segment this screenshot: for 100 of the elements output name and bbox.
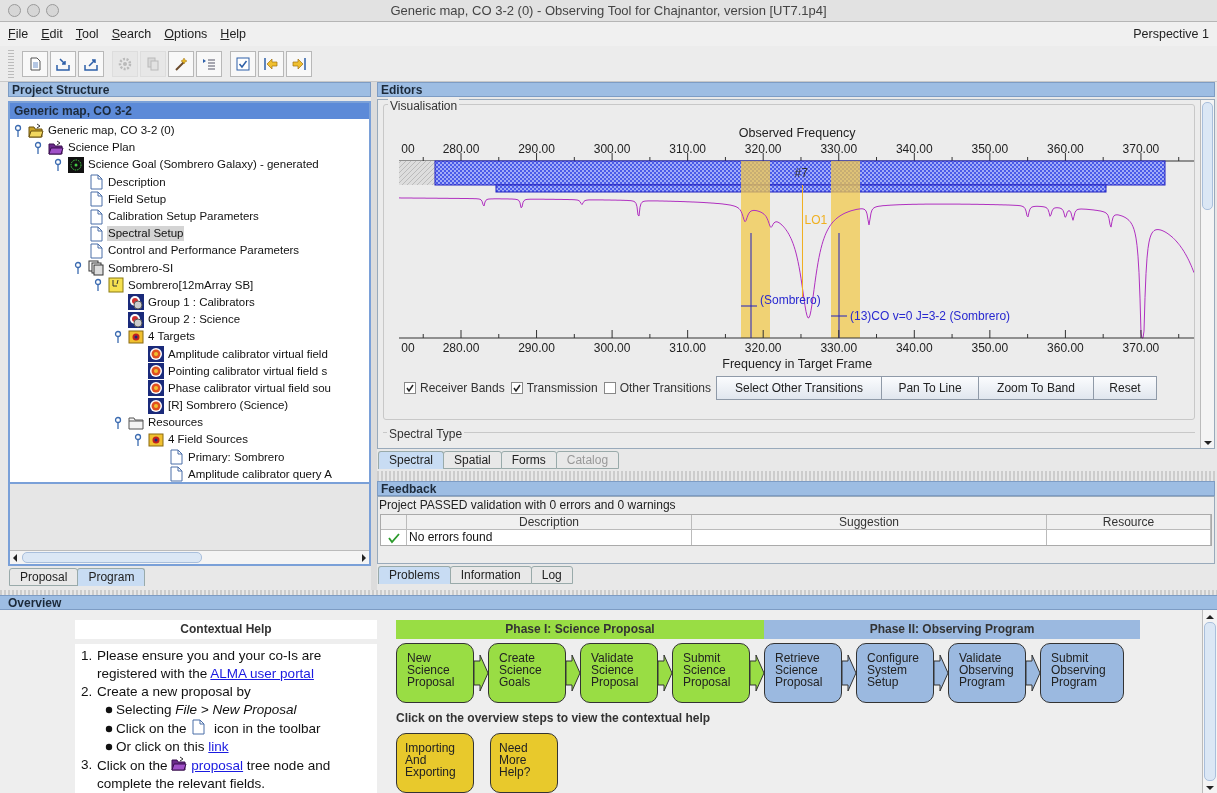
menu-item[interactable]: Edit xyxy=(41,24,63,44)
checkbox-label: Transmission xyxy=(526,380,598,397)
tree-item[interactable]: Generic map, CO 3-2 (0) xyxy=(47,123,176,139)
folder-icon xyxy=(128,414,144,431)
tree-item[interactable]: Spectral Setup xyxy=(107,226,185,242)
scrollbar-thumb[interactable] xyxy=(1202,102,1213,210)
button[interactable]: Zoom To Band xyxy=(978,376,1094,400)
axis-tick-label: 290.00 xyxy=(518,142,555,156)
step-button[interactable]: Validate Observing Program xyxy=(948,643,1026,703)
hatched-region xyxy=(399,161,435,185)
vertical-scrollbar[interactable] xyxy=(1202,610,1217,793)
step-button[interactable]: Submit Observing Program xyxy=(1040,643,1124,703)
tree-item[interactable]: Amplitude calibrator query A xyxy=(187,466,333,482)
checkbox[interactable] xyxy=(510,382,523,394)
vertical-scrollbar[interactable] xyxy=(1200,100,1214,448)
button[interactable]: Select Other Transitions xyxy=(716,376,882,400)
help-step: Click on the proposal tree node and complete the relevant fields. xyxy=(97,756,371,793)
step-button[interactable]: Retrieve Science Proposal xyxy=(764,643,842,703)
step-button[interactable]: New Science Proposal xyxy=(396,643,474,703)
tree-item[interactable]: Science Goal (Sombrero Galaxy) - generated xyxy=(87,157,320,173)
splitter-handle[interactable] xyxy=(0,590,1217,595)
step-button[interactable]: Validate Science Proposal xyxy=(580,643,658,703)
axis-tick-label: 340.00 xyxy=(895,341,933,355)
tree-item[interactable]: Sombrero-SI xyxy=(107,260,175,276)
help-step: Or click on this link xyxy=(116,738,229,756)
import-icon xyxy=(55,55,71,72)
menu-item[interactable]: Search xyxy=(111,24,152,44)
toolbar-button[interactable] xyxy=(168,50,194,77)
link[interactable]: link xyxy=(208,739,229,754)
axis-tick-label: 360.00 xyxy=(1047,142,1084,156)
menu-item[interactable]: File xyxy=(8,24,29,44)
toolbar-button[interactable] xyxy=(22,50,48,77)
tab[interactable]: Forms xyxy=(500,451,557,469)
tab[interactable]: Problems xyxy=(378,566,451,584)
step-button[interactable]: Create Science Goals xyxy=(488,643,566,703)
tree-item[interactable]: 4 Field Sources xyxy=(167,432,249,448)
toolbar-button[interactable] xyxy=(78,50,104,77)
axis-tick-label: 330.00 xyxy=(820,341,858,355)
tab[interactable]: Program xyxy=(77,568,146,586)
tree-item[interactable]: [R] Sombrero (Science) xyxy=(167,398,290,414)
menu-item[interactable]: Options xyxy=(164,24,208,44)
list-number: 2. xyxy=(81,683,94,701)
tree-item[interactable]: Control and Performance Parameters xyxy=(107,243,301,259)
help-button[interactable]: Importing And Exporting xyxy=(396,733,474,793)
window-control-icon[interactable] xyxy=(27,4,40,17)
toolbar-button[interactable] xyxy=(286,50,312,77)
tab[interactable]: Log xyxy=(530,566,573,584)
tree-item[interactable]: Description xyxy=(107,174,167,190)
tab[interactable]: Information xyxy=(449,566,532,584)
horizontal-scrollbar[interactable] xyxy=(10,550,370,564)
axis-tick-label: 00 xyxy=(401,142,415,156)
checkbox[interactable] xyxy=(603,382,616,394)
document-icon xyxy=(27,55,43,72)
scrollbar-thumb[interactable] xyxy=(22,552,202,563)
bullet-icon xyxy=(105,743,113,751)
tree-item[interactable]: 4 Targets xyxy=(147,329,197,345)
scheduling-block-icon xyxy=(108,277,124,294)
tree-title: Generic map, CO 3-2 xyxy=(10,103,370,119)
tab[interactable]: Spectral xyxy=(378,451,445,469)
toolbar-button[interactable] xyxy=(196,50,222,77)
tree-item[interactable]: Pointing calibrator virtual field s xyxy=(167,363,329,379)
status-message: Project PASSED validation with 0 errors and 0 warnings xyxy=(378,497,677,514)
toolbar-button[interactable] xyxy=(50,50,76,77)
help-button[interactable]: Need More Help? xyxy=(490,733,558,793)
tree-item[interactable]: Calibration Setup Parameters xyxy=(107,209,260,225)
window-control-icon[interactable] xyxy=(46,4,59,17)
check-icon xyxy=(386,531,401,544)
splitter-handle[interactable] xyxy=(377,471,1215,481)
axis-tick-label: 310.00 xyxy=(669,341,706,355)
tree-item[interactable]: Resources xyxy=(147,415,204,431)
tab[interactable]: Spatial xyxy=(443,451,502,469)
link[interactable]: ALMA user portal xyxy=(210,666,314,681)
tree-item[interactable]: Phase calibrator virtual field sou xyxy=(167,380,332,396)
tree-item[interactable]: Sombrero[12mArray SB] xyxy=(127,277,255,293)
tree-item[interactable]: Group 2 : Science xyxy=(147,312,242,328)
tree-item[interactable]: Group 1 : Calibrators xyxy=(147,294,256,310)
toolbar-button[interactable] xyxy=(258,50,284,77)
panel-header: Editors xyxy=(377,82,1215,97)
step-button[interactable]: Submit Science Proposal xyxy=(672,643,750,703)
tab[interactable]: Proposal xyxy=(9,568,79,586)
checkbox[interactable] xyxy=(404,382,416,394)
button[interactable]: Reset xyxy=(1093,376,1157,400)
tree-item[interactable]: Amplitude calibrator virtual field xyxy=(167,346,329,362)
button[interactable]: Pan To Line xyxy=(881,376,979,400)
phase-header: Phase I: Science Proposal xyxy=(396,620,764,639)
link[interactable]: proposal xyxy=(191,758,244,773)
chart-title: Observed Frequency xyxy=(738,126,856,140)
tree-item[interactable]: Science Plan xyxy=(67,140,137,156)
menu-item[interactable]: Tool xyxy=(75,24,99,44)
folder-icon xyxy=(171,756,188,772)
panel-header: Overview xyxy=(0,595,1217,610)
menu-item[interactable]: Help xyxy=(220,24,247,44)
scrollbar-thumb[interactable] xyxy=(1204,622,1216,781)
arrow-left-icon xyxy=(263,55,279,72)
target-icon xyxy=(148,380,164,397)
tree-item[interactable]: Field Setup xyxy=(107,191,168,207)
window-control-icon[interactable] xyxy=(8,4,21,17)
step-button[interactable]: Configure System Setup xyxy=(856,643,934,703)
toolbar-button[interactable] xyxy=(230,50,256,77)
tree-item[interactable]: Primary: Sombrero xyxy=(187,449,286,465)
